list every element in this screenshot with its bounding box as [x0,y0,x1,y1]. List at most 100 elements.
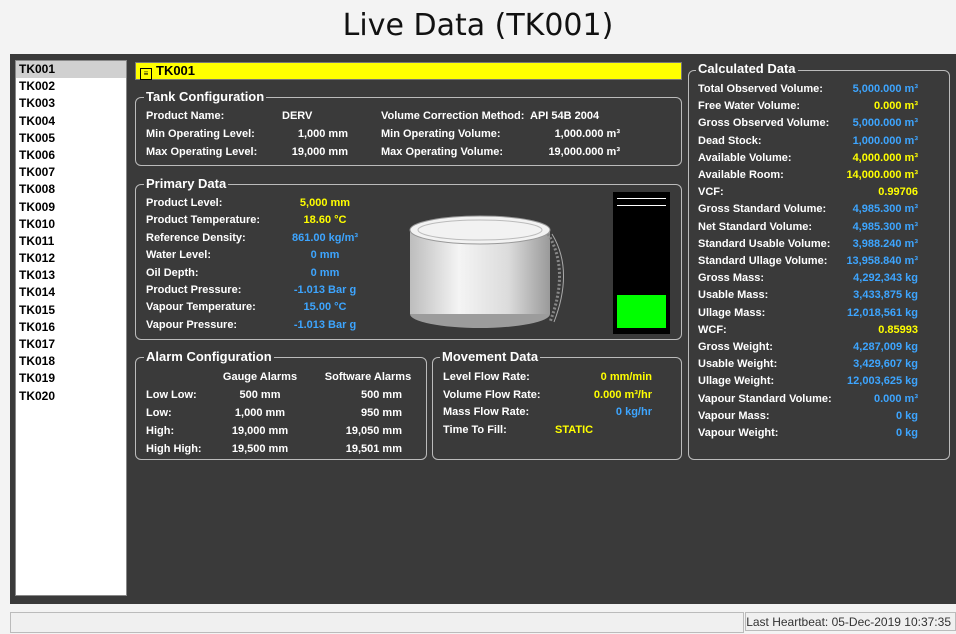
alarm-software-value: 19,050 mm [345,425,402,437]
alarm-software-value: 19,501 mm [345,443,402,455]
tank-list-item[interactable]: TK001 [16,61,126,79]
alarm-gauge-value: 19,000 mm [231,425,289,437]
tank-list-item[interactable]: TK017 [16,336,126,353]
primary-value: 18.60 °C [303,214,347,227]
calc-value: 14,000.000 m³ [846,169,918,181]
tank-list-item[interactable]: TK020 [16,388,126,405]
calc-value: 4,985.300 m³ [852,203,918,216]
alarm-software-value: 950 mm [361,407,402,419]
min-op-level-label: Min Operating Level: [146,128,255,140]
gauge-top-line [617,198,666,199]
primary-value: 0 mm [310,266,340,279]
tank-list-item[interactable]: TK004 [16,113,126,130]
tank-list-item[interactable]: TK008 [16,181,126,198]
tank-list-item[interactable]: TK002 [16,78,126,95]
movement-value: STATIC [555,423,594,436]
tank-list-item[interactable]: TK016 [16,319,126,336]
calc-value: 3,429,607 kg [853,358,918,371]
calc-value: 0.99706 [878,186,918,199]
tank-config-title: Tank Configuration [144,89,267,104]
calc-value: 4,985.300 m³ [852,220,918,233]
tank-list-item[interactable]: TK019 [16,370,126,387]
movement-label: Mass Flow Rate: [443,406,530,419]
calc-label: Available Volume: [698,151,792,164]
tank-list-item[interactable]: TK015 [16,302,126,319]
tank-list-item[interactable]: TK005 [16,130,126,147]
alarm-gauge-value: 1,000 mm [234,407,286,419]
tank-list-item[interactable]: TK010 [16,216,126,233]
calculated-data-title: Calculated Data [696,61,798,76]
tank-list-item[interactable]: TK011 [16,233,126,250]
calc-label: Net Standard Volume: [698,220,813,233]
tank-list[interactable]: TK001 TK002 TK003 TK004 TK005 TK006 TK007 TK008… [15,60,127,596]
calc-value: 5,000.000 m³ [852,117,918,130]
primary-label: Product Temperature: [146,214,261,227]
gauge-max-line [617,205,666,206]
calc-label: Standard Ullage Volume: [698,255,828,267]
selected-tank-label: TK001 [156,63,196,78]
gauge-fill [617,295,666,328]
calc-label: Gross Mass: [698,272,765,285]
product-name-label: Product Name: [146,110,225,122]
level-gauge [613,192,670,334]
calc-value: 12,003,625 kg [847,375,918,388]
tank-list-item[interactable]: TK009 [16,199,126,216]
alarm-gauge-value: 500 mm [239,389,281,401]
calc-value: 0.85993 [878,323,918,336]
product-name-value: DERV [282,110,313,122]
movement-label: Time To Fill: [443,423,507,436]
calc-value: 0 kg [895,427,918,439]
alarm-gauge-value: 19,500 mm [231,443,289,455]
calc-value: 3,433,875 kg [853,289,918,302]
list-icon: ≡ [140,68,152,80]
calc-label: Gross Observed Volume: [698,117,830,130]
calc-label: VCF: [698,186,724,199]
max-op-level-label: Max Operating Level: [146,146,258,158]
primary-label: Vapour Temperature: [146,301,256,314]
alarm-config-title: Alarm Configuration [144,349,274,364]
calc-label: Ullage Weight: [698,375,775,388]
calc-value: 4,287,009 kg [853,341,918,353]
movement-value: 0 mm/min [600,371,652,383]
tank-list-item[interactable]: TK007 [16,164,126,181]
selected-tank-header: ≡ TK001 [135,62,682,80]
min-op-vol-label: Min Operating Volume: [381,128,501,140]
calc-label: Dead Stock: [698,134,762,147]
min-op-level-value: 1,000 mm [297,128,348,140]
tank-list-item[interactable]: TK014 [16,284,126,301]
tank-image [409,215,564,328]
calc-label: Vapour Standard Volume: [698,392,832,405]
primary-value: -1.013 Bar g [293,284,357,296]
primary-value: -1.013 Bar g [293,318,357,331]
calc-value: 5,000.000 m³ [852,83,918,95]
alarm-label: Low: [146,407,172,419]
calc-label: Usable Mass: [698,289,769,302]
primary-value: 15.00 °C [303,301,347,314]
tank-list-item[interactable]: TK012 [16,250,126,267]
min-op-vol-value: 1,000.000 m³ [554,128,620,140]
calc-value: 4,292,343 kg [853,272,918,285]
calc-label: Ullage Mass: [698,306,766,319]
calc-label: WCF: [698,323,727,336]
primary-label: Oil Depth: [146,266,199,279]
alarm-software-value: 500 mm [361,389,402,401]
calc-value: 13,958.840 m³ [846,255,918,267]
calc-value: 0 kg [895,409,918,422]
primary-label: Water Level: [146,249,212,262]
vcm-value: API 54B 2004 [530,110,600,122]
alarm-label: High High: [146,443,202,455]
tank-list-item[interactable]: TK003 [16,95,126,112]
primary-value: 0 mm [310,249,340,262]
tank-list-item[interactable]: TK006 [16,147,126,164]
primary-label: Vapour Pressure: [146,318,238,331]
alarm-label: Low Low: [146,389,197,401]
heartbeat-status: Last Heartbeat: 05-Dec-2019 10:37:35 [745,612,956,631]
primary-value: 5,000 mm [299,197,351,209]
calc-label: Gross Standard Volume: [698,203,827,216]
calc-label: Available Room: [698,169,784,181]
calc-value: 4,000.000 m³ [852,151,918,164]
max-op-vol-label: Max Operating Volume: [381,146,504,158]
tank-list-item[interactable]: TK013 [16,267,126,284]
tank-list-item[interactable]: TK018 [16,353,126,370]
gauge-alarms-header: Gauge Alarms [222,371,298,383]
